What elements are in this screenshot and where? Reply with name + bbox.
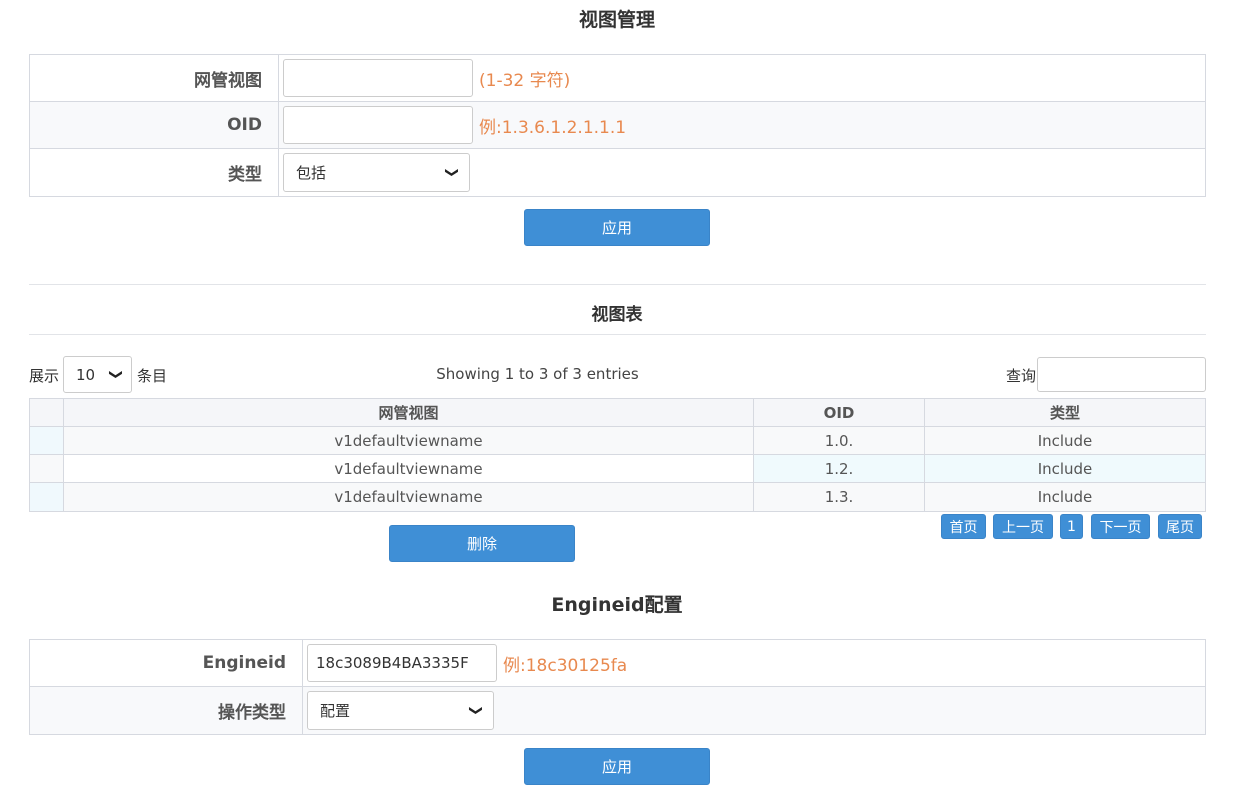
pager-current-page[interactable]: 1 (1060, 514, 1083, 539)
type-row: 类型 包括 ❯ (30, 149, 1205, 196)
select-column-header[interactable] (30, 399, 64, 426)
table-info: Showing 1 to 3 of 3 entries (436, 365, 639, 383)
type-label: 类型 (30, 149, 279, 196)
view-mgmt-form: 网管视图 (1-32 字符) OID 例:1.3.6.1.2.1.1.1 类型 … (29, 54, 1206, 197)
column-header-view[interactable]: 网管视图 (64, 399, 754, 426)
pager-prev-button[interactable]: 上一页 (993, 514, 1053, 539)
column-header-type[interactable]: 类型 (925, 399, 1205, 426)
view-mgmt-title: 视图管理 (578, 9, 655, 31)
op-type-row: 操作类型 配置 ❯ (30, 687, 1205, 734)
view-name-hint: (1-32 字符) (479, 70, 571, 91)
engineid-cell: 例:18c30125fa (303, 640, 627, 686)
row-view-name: v1defaultviewname (64, 455, 754, 482)
view-name-input[interactable] (283, 59, 473, 97)
engineid-hint: 例:18c30125fa (503, 655, 628, 676)
row-oid: 1.0. (754, 427, 925, 454)
row-type: Include (925, 455, 1205, 482)
engineid-apply-button[interactable]: 应用 (524, 748, 710, 785)
op-type-label: 操作类型 (30, 687, 303, 734)
search-input[interactable] (1037, 357, 1206, 392)
engineid-input[interactable] (307, 644, 497, 682)
row-view-name: v1defaultviewname (64, 427, 754, 454)
op-type-cell: 配置 ❯ (303, 687, 494, 734)
view-name-row: 网管视图 (1-32 字符) (30, 55, 1205, 102)
search-label: 查询 (1006, 367, 1037, 385)
divider-top (29, 284, 1206, 285)
row-oid: 1.3. (754, 483, 925, 511)
row-select-cell[interactable] (30, 455, 64, 482)
chevron-down-icon: ❯ (468, 705, 484, 716)
oid-hint: 例:1.3.6.1.2.1.1.1 (479, 117, 627, 138)
divider-bottom (29, 334, 1206, 335)
type-cell: 包括 ❯ (279, 149, 470, 196)
view-name-cell: (1-32 字符) (279, 55, 570, 101)
row-view-name: v1defaultviewname (64, 483, 754, 511)
pager-first-button[interactable]: 首页 (941, 514, 986, 539)
row-type: Include (925, 483, 1205, 511)
oid-input[interactable] (283, 106, 473, 144)
view-name-label: 网管视图 (30, 55, 279, 101)
engineid-row: Engineid 例:18c30125fa (30, 640, 1205, 687)
delete-button[interactable]: 删除 (389, 525, 575, 562)
engineid-label: Engineid (30, 640, 303, 686)
engineid-form: Engineid 例:18c30125fa 操作类型 配置 ❯ (29, 639, 1206, 735)
pager-last-button[interactable]: 尾页 (1158, 514, 1202, 539)
view-table: 网管视图 OID 类型 v1defaultviewname 1.0. Inclu… (29, 398, 1206, 512)
row-select-cell[interactable] (30, 483, 64, 511)
chevron-down-icon: ❯ (444, 167, 460, 178)
type-select[interactable]: 包括 ❯ (283, 153, 470, 192)
row-oid: 1.2. (754, 455, 925, 482)
pager-next-button[interactable]: 下一页 (1091, 514, 1150, 539)
oid-cell: 例:1.3.6.1.2.1.1.1 (279, 102, 626, 148)
column-header-oid[interactable]: OID (754, 399, 925, 426)
oid-label: OID (30, 102, 279, 148)
row-type: Include (925, 427, 1205, 454)
op-type-select[interactable]: 配置 ❯ (307, 691, 494, 730)
table-row[interactable]: v1defaultviewname 1.2. Include (30, 455, 1205, 483)
table-controls: 展示 10 ❯ 条目 Showing 1 to 3 of 3 entries 查… (29, 356, 1206, 394)
table-header-row: 网管视图 OID 类型 (30, 399, 1205, 427)
type-select-value: 包括 (296, 164, 327, 182)
table-row[interactable]: v1defaultviewname 1.0. Include (30, 427, 1205, 455)
table-row[interactable]: v1defaultviewname 1.3. Include (30, 483, 1205, 511)
op-type-select-value: 配置 (320, 702, 351, 720)
oid-row: OID 例:1.3.6.1.2.1.1.1 (30, 102, 1205, 149)
view-table-title: 视图表 (591, 305, 643, 325)
view-apply-button[interactable]: 应用 (524, 209, 710, 246)
row-select-cell[interactable] (30, 427, 64, 454)
engineid-title: Engineid配置 (551, 594, 683, 616)
